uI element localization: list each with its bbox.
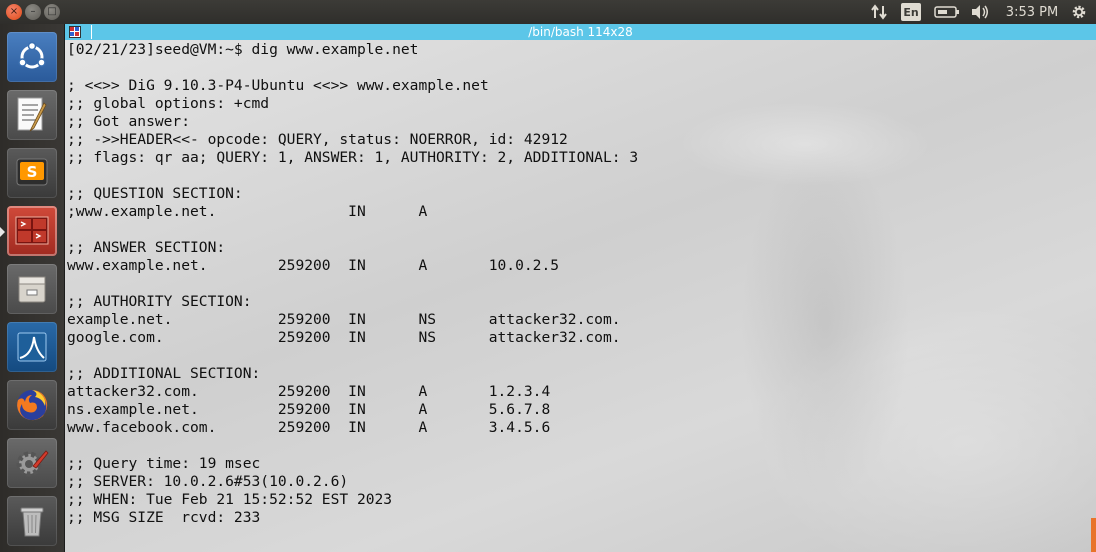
terminal-line: ;; AUTHORITY SECTION: (67, 293, 252, 310)
terminal-line: ;; Got answer: (67, 113, 191, 130)
terminal-line: example.net. 259200 IN NS attacker32.com… (67, 311, 621, 328)
terminal-line: ; <<>> DiG 9.10.3-P4-Ubuntu <<>> www.exa… (67, 77, 489, 94)
settings-gear-icon[interactable] (1068, 0, 1090, 24)
terminal-line: ns.example.net. 259200 IN A 5.6.7.8 (67, 401, 551, 418)
system-settings-icon (16, 450, 49, 477)
trash-icon (20, 507, 44, 537)
window-minimize-button[interactable]: – (25, 4, 41, 20)
battery-shape-icon (934, 6, 959, 18)
terminal-line: attacker32.com. 259200 IN A 1.2.3.4 (67, 383, 551, 400)
terminal-title: /bin/bash 114x28 (528, 25, 633, 39)
speaker-icon (972, 5, 988, 19)
terminal-line: google.com. 259200 IN NS attacker32.com. (67, 329, 621, 346)
battery-icon[interactable] (933, 0, 961, 24)
terminal-line: ;; ADDITIONAL SECTION: (67, 365, 261, 382)
terminal-line: www.facebook.com. 259200 IN A 3.4.5.6 (67, 419, 551, 436)
launcher: S (0, 24, 65, 552)
terminal-output[interactable]: [02/21/23]seed@VM:~$ dig www.example.net… (67, 41, 1087, 527)
wireshark-icon (17, 332, 47, 362)
terminal-line: ;; SERVER: 10.0.2.6#53(10.0.2.6) (67, 473, 349, 490)
terminal-line: www.example.net. 259200 IN A 10.0.2.5 (67, 257, 560, 274)
terminal-line: ;; WHEN: Tue Feb 21 15:52:52 EST 2023 (67, 491, 393, 508)
terminal-line: ;; Query time: 19 msec (67, 455, 261, 472)
clock-label: 3:53 PM (1005, 4, 1059, 20)
terminal-line: [02/21/23]seed@VM:~$ dig www.example.net (67, 41, 419, 58)
terminal-scrollbar-thumb[interactable] (1091, 518, 1096, 552)
terminal-line: ;; global options: +cmd (67, 95, 270, 112)
terminal-line: ;; ->>HEADER<<- opcode: QUERY, status: N… (67, 131, 568, 148)
launcher-system-settings[interactable] (7, 438, 57, 488)
keyboard-language-indicator[interactable]: En (901, 3, 921, 21)
window-close-button[interactable]: × (6, 4, 22, 20)
terminal-line: ;; MSG SIZE rcvd: 233 (67, 509, 261, 526)
firefox-icon (17, 389, 48, 421)
launcher-text-editor[interactable] (7, 90, 57, 140)
network-arrows-icon (871, 4, 887, 20)
sublime-text-icon: S (16, 158, 48, 186)
active-app-indicator (0, 227, 5, 237)
launcher-terminal[interactable] (7, 206, 57, 256)
minimize-icon: – (30, 6, 36, 17)
gear-icon (1072, 5, 1086, 19)
launcher-sublime-text[interactable]: S (7, 148, 57, 198)
launcher-wireshark[interactable] (7, 322, 57, 372)
terminal-line: ;; flags: qr aa; QUERY: 1, ANSWER: 1, AU… (67, 149, 639, 166)
terminal-titlebar[interactable]: /bin/bash 114x28 (65, 24, 1096, 40)
top-panel: × – □ En 3:53 PM (0, 0, 1096, 24)
launcher-file-manager[interactable] (7, 264, 57, 314)
launcher-ubuntu-dash[interactable] (7, 32, 57, 82)
close-icon: × (9, 6, 19, 17)
window-maximize-button[interactable]: □ (44, 4, 60, 20)
volume-icon[interactable] (969, 0, 991, 24)
launcher-firefox[interactable] (7, 380, 57, 430)
terminal-line: ;; QUESTION SECTION: (67, 185, 243, 202)
text-editor-icon (17, 97, 47, 132)
launcher-trash[interactable] (7, 496, 57, 546)
terminal-line: ;www.example.net. IN A (67, 203, 428, 220)
language-label: En (903, 5, 919, 19)
network-updown-icon[interactable] (868, 0, 890, 24)
ubuntu-dash-icon (18, 41, 46, 69)
terminal-window[interactable]: /bin/bash 114x28 [02/21/23]seed@VM:~$ di… (65, 24, 1096, 552)
file-manager-icon (18, 276, 46, 303)
clock[interactable]: 3:53 PM (1004, 0, 1060, 24)
terminal-line: ;; ANSWER SECTION: (67, 239, 226, 256)
maximize-icon: □ (47, 6, 57, 17)
svg-text:S: S (27, 163, 38, 181)
terminal-icon (15, 216, 49, 245)
